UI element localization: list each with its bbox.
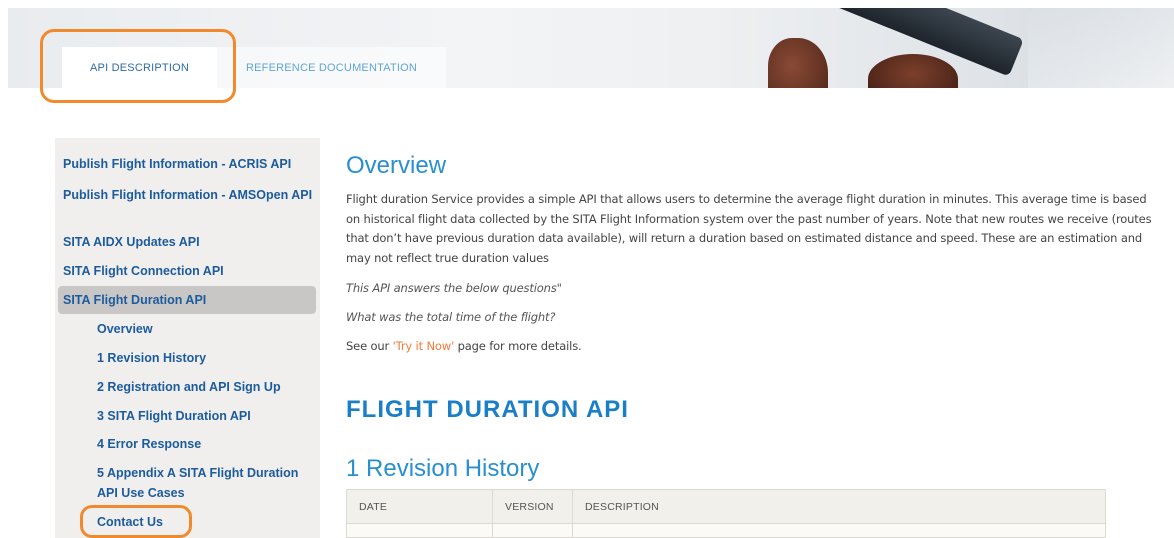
sidebar-item-aidx-updates-api[interactable]: SITA AIDX Updates API (63, 232, 313, 252)
see-prefix: See our (346, 339, 393, 353)
revision-history-heading: 1 Revision History (346, 455, 540, 482)
banner-glare (1028, 8, 1174, 88)
sidebar-item-amsopen-api[interactable]: Publish Flight Information - AMSOpen API (63, 185, 313, 205)
table-header-description: DESCRIPTION (585, 501, 659, 513)
see-more-line: See our 'Try it Now' page for more detai… (346, 339, 582, 353)
revision-table: DATE VERSION DESCRIPTION (346, 489, 1106, 538)
phone-image (712, 8, 1024, 77)
sidebar-item-flight-connection-api[interactable]: SITA Flight Connection API (63, 261, 313, 281)
sidebar-item-acris-api[interactable]: Publish Flight Information - ACRIS API (63, 154, 313, 174)
column-divider (492, 490, 493, 537)
tab-reference-documentation[interactable]: REFERENCE DOCUMENTATION (217, 47, 446, 88)
question-item: What was the total time of the flight? (346, 310, 556, 324)
see-suffix: page for more details. (454, 339, 582, 353)
overview-heading: Overview (346, 152, 447, 179)
try-it-now-link[interactable]: 'Try it Now' (393, 339, 455, 353)
questions-intro: This API answers the below questions" (346, 281, 562, 295)
hand-image-secondary (868, 54, 958, 88)
table-header-version: VERSION (505, 501, 554, 513)
hand-image (768, 38, 828, 88)
sidebar-subitem-appendix-a[interactable]: 5 Appendix A SITA Flight Duration API Us… (97, 463, 312, 503)
sidebar-item-flight-duration-api[interactable]: SITA Flight Duration API (63, 290, 313, 310)
sidebar-subitem-error-response[interactable]: 4 Error Response (97, 434, 312, 454)
sidebar-subitem-registration[interactable]: 2 Registration and API Sign Up (97, 377, 312, 397)
column-divider (572, 490, 573, 537)
table-header-row (347, 490, 1105, 524)
tab-api-description[interactable]: API DESCRIPTION (62, 47, 217, 88)
sidebar-subitem-contact-us[interactable]: Contact Us (97, 512, 312, 532)
table-header-date: DATE (359, 501, 388, 513)
overview-paragraph: Flight duration Service provides a simpl… (346, 192, 1152, 265)
api-title-heading: FLIGHT DURATION API (346, 396, 629, 423)
sidebar-subitem-flight-duration-api[interactable]: 3 SITA Flight Duration API (97, 406, 312, 426)
sidebar-subitem-overview[interactable]: Overview (97, 319, 312, 339)
sidebar-subitem-revision-history[interactable]: 1 Revision History (97, 348, 312, 368)
sidebar: Publish Flight Information - ACRIS API P… (55, 138, 320, 538)
